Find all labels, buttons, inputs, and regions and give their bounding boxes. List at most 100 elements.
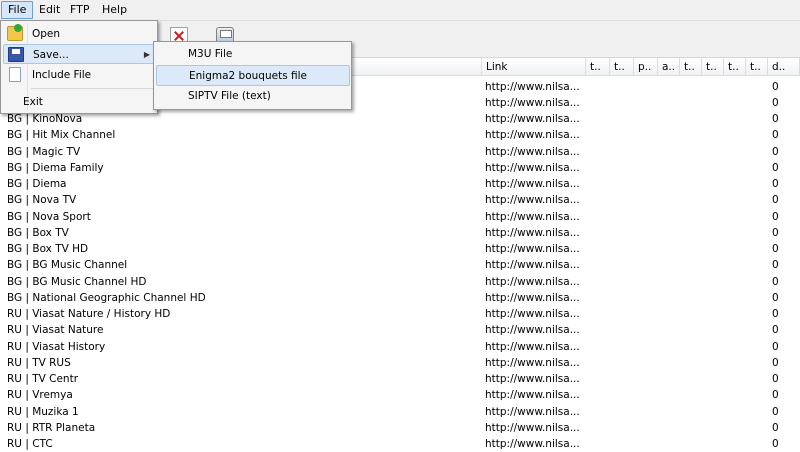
table-row[interactable]: BG | Nova TV http://www.nilsa... 0 (0, 192, 800, 208)
table-row[interactable]: RU | Viasat Nature http://www.nilsa... 0 (0, 322, 800, 338)
channel-name: BG | Box TV HD (7, 243, 89, 255)
channel-d: 0 (772, 178, 779, 190)
channel-d: 0 (772, 341, 779, 353)
channel-name: BG | Diema Family (7, 162, 104, 174)
table-row[interactable]: BG | Hit Mix Channel http://www.nilsa...… (0, 127, 800, 143)
channel-link: http://www.nilsa... (485, 276, 580, 288)
channel-name: RU | Vremya (7, 389, 73, 401)
channel-name: BG | Magic TV (7, 146, 81, 158)
submenu-item-label: M3U File (188, 48, 233, 60)
channel-name: RU | TV Centr (7, 373, 79, 385)
table-row[interactable]: BG | Box TV HD http://www.nilsa... 0 (0, 241, 800, 257)
table-row[interactable]: BG | Diema http://www.nilsa... 0 (0, 176, 800, 192)
menu-separator (31, 88, 153, 89)
table-row[interactable]: RU | TV RUS http://www.nilsa... 0 (0, 355, 800, 371)
column-header-t4[interactable]: t.. (702, 58, 724, 76)
channel-d: 0 (772, 162, 779, 174)
channel-d: 0 (772, 113, 779, 125)
table-row[interactable]: BG | National Geographic Channel HD http… (0, 290, 800, 306)
channel-link: http://www.nilsa... (485, 243, 580, 255)
table-row[interactable]: RU | TV Centr http://www.nilsa... 0 (0, 371, 800, 387)
submenu-item-label: SIPTV File (text) (188, 90, 271, 102)
column-header-link[interactable]: Link (482, 58, 586, 76)
channel-link: http://www.nilsa... (485, 292, 580, 304)
column-header-t5[interactable]: t.. (724, 58, 746, 76)
menu-item-open[interactable]: Open (3, 24, 155, 44)
channel-d: 0 (772, 389, 779, 401)
channel-d: 0 (772, 292, 779, 304)
menu-item-include-file[interactable]: Include File (3, 65, 155, 85)
channel-link: http://www.nilsa... (485, 211, 580, 223)
column-header-p[interactable]: p.. (634, 58, 658, 76)
submenu-item-enigma2[interactable]: Enigma2 bouquets file (156, 65, 350, 86)
channel-name: BG | Nova Sport (7, 211, 91, 223)
channel-d: 0 (772, 97, 779, 109)
channel-d: 0 (772, 422, 779, 434)
file-menu-dropdown: Open Save... ▶ Include File Exit (0, 20, 158, 114)
table-row[interactable]: BG | Box TV http://www.nilsa... 0 (0, 225, 800, 241)
channel-name: RU | RTR Planeta (7, 422, 96, 434)
channel-link: http://www.nilsa... (485, 97, 580, 109)
channel-name: BG | BG Music Channel (7, 259, 128, 271)
channel-name: BG | Box TV (7, 227, 69, 239)
menu-bar: File Edit FTP Help (0, 0, 800, 21)
menu-item-label: Exit (23, 96, 43, 108)
table-row[interactable]: BG | Magic TV http://www.nilsa... 0 (0, 144, 800, 160)
file-icon (9, 67, 21, 82)
column-header-t6[interactable]: t.. (746, 58, 768, 76)
channel-name: RU | TV RUS (7, 357, 71, 369)
channel-d: 0 (772, 373, 779, 385)
channel-link: http://www.nilsa... (485, 389, 580, 401)
channel-link: http://www.nilsa... (485, 178, 580, 190)
channel-d: 0 (772, 243, 779, 255)
menu-item-save[interactable]: Save... ▶ (3, 44, 155, 64)
menu-item-exit[interactable]: Exit (3, 92, 155, 112)
menu-help[interactable]: Help (96, 2, 133, 18)
channel-link: http://www.nilsa... (485, 129, 580, 141)
menu-file[interactable]: File (1, 1, 34, 19)
channel-name: RU | Viasat Nature (7, 324, 104, 336)
save-submenu: M3U File Enigma2 bouquets file SIPTV Fil… (153, 41, 352, 110)
table-row[interactable]: BG | Nova Sport http://www.nilsa... 0 (0, 209, 800, 225)
table-row[interactable]: RU | Vremya http://www.nilsa... 0 (0, 387, 800, 403)
channel-d: 0 (772, 81, 779, 93)
menu-item-label: Open (32, 28, 61, 40)
channel-d: 0 (772, 146, 779, 158)
channel-name: BG | Hit Mix Channel (7, 129, 116, 141)
channel-link: http://www.nilsa... (485, 146, 580, 158)
submenu-arrow-icon: ▶ (143, 50, 150, 59)
channel-link: http://www.nilsa... (485, 113, 580, 125)
channel-link: http://www.nilsa... (485, 357, 580, 369)
channel-table: Link t.. t.. p.. a.. t.. t.. t.. t.. d..… (0, 58, 800, 450)
column-header-t1[interactable]: t.. (586, 58, 610, 76)
table-row[interactable]: RU | Viasat Nature / History HD http://w… (0, 306, 800, 322)
channel-link: http://www.nilsa... (485, 422, 580, 434)
submenu-item-siptv[interactable]: SIPTV File (text) (156, 86, 350, 107)
channel-link: http://www.nilsa... (485, 227, 580, 239)
table-row[interactable]: RU | Viasat History http://www.nilsa... … (0, 339, 800, 355)
menu-item-label: Include File (32, 69, 92, 81)
submenu-item-m3u[interactable]: M3U File (156, 44, 350, 65)
save-icon (8, 47, 24, 62)
channel-link: http://www.nilsa... (485, 373, 580, 385)
menu-ftp[interactable]: FTP (64, 2, 96, 18)
table-row[interactable]: BG | Diema Family http://www.nilsa... 0 (0, 160, 800, 176)
table-row[interactable]: RU | RTR Planeta http://www.nilsa... 0 (0, 420, 800, 436)
column-header-d[interactable]: d.. (768, 58, 800, 76)
menu-item-label: Save... (33, 49, 69, 61)
channel-name: BG | Diema (7, 178, 67, 190)
channel-name: RU | Viasat History (7, 341, 106, 353)
table-row[interactable]: BG | BG Music Channel http://www.nilsa..… (0, 257, 800, 273)
channel-d: 0 (772, 276, 779, 288)
channel-d: 0 (772, 194, 779, 206)
channel-name: RU | Muzika 1 (7, 406, 79, 418)
table-row[interactable]: RU | Muzika 1 http://www.nilsa... 0 (0, 404, 800, 420)
column-header-a[interactable]: a.. (658, 58, 680, 76)
column-header-t3[interactable]: t.. (680, 58, 702, 76)
table-row[interactable]: BG | BG Music Channel HD http://www.nils… (0, 274, 800, 290)
column-header-t2[interactable]: t.. (610, 58, 634, 76)
channel-name: BG | National Geographic Channel HD (7, 292, 206, 304)
menu-edit[interactable]: Edit (33, 2, 66, 18)
open-folder-icon (7, 24, 23, 41)
submenu-item-label: Enigma2 bouquets file (189, 70, 307, 82)
